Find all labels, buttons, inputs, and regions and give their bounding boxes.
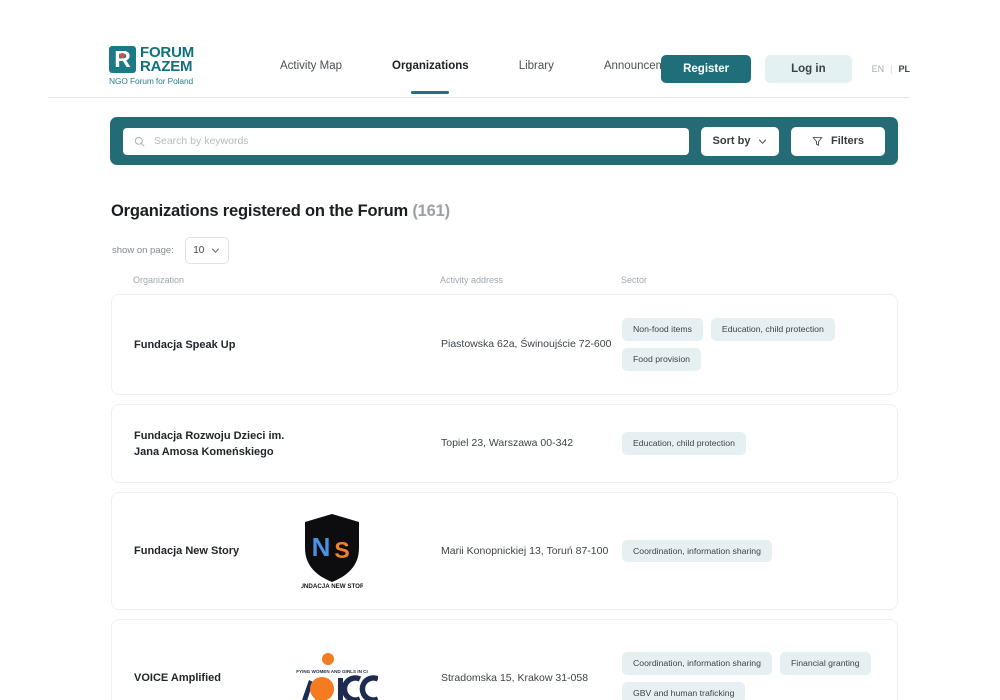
nav-item-library[interactable]: Library [519,60,554,94]
sector-tags: Coordination, information sharing Financ… [622,651,892,700]
activity-address: Piastowska 62a, Świnoujście 72-600 [441,338,612,350]
sector-tag: Financial granting [779,651,871,675]
site-header: R FORUM RAZEM NGO Forum for Poland Activ… [48,40,910,98]
logo-letter-r: R [114,46,131,72]
language-separator: | [890,64,893,74]
table-row[interactable]: VOICE Amplified FYING WOMEN AND GIRLS IN… [111,619,898,700]
nav-item-organizations[interactable]: Organizations [392,60,469,94]
search-input[interactable] [154,135,678,147]
logo-wordmark: FORUM RAZEM [140,45,194,75]
column-header-activity-address: Activity address [440,275,504,285]
sector-tag: Education, child protection [622,432,746,455]
filter-funnel-icon [812,136,823,146]
organization-logo: FYING WOMEN AND GIRLS IN CI [277,652,387,700]
chevron-down-icon [212,248,220,253]
sector-tag: Coordination, information sharing [622,539,772,563]
logo-pin-mark-icon: R [109,46,136,73]
logo-top: R FORUM RAZEM [109,45,229,75]
page-title-text: Organizations registered on the Forum [111,202,408,220]
auth-actions: Register Log in EN | PL [661,55,910,83]
organization-name: Fundacja Speak Up [134,338,236,351]
voice-amplified-icon: FYING WOMEN AND GIRLS IN CI [296,653,378,700]
column-header-sector: Sector [621,275,648,285]
organizations-count: (161) [412,202,450,220]
chevron-down-icon [759,139,767,144]
register-button[interactable]: Register [661,55,752,83]
page-root: R FORUM RAZEM NGO Forum for Poland Activ… [0,0,1000,700]
filters-button[interactable]: Filters [791,126,885,156]
logo-red-dot-icon [120,53,125,58]
login-button[interactable]: Log in [765,55,852,83]
sector-tags: Coordination, information sharing [622,539,892,563]
activity-address: Marii Konopnickiej 13, Toruń 87-100 [441,544,609,557]
search-field-wrapper[interactable] [123,127,689,155]
site-logo[interactable]: R FORUM RAZEM NGO Forum for Poland [109,45,229,86]
organizations-list: Fundacja Speak Up Piastowska 62a, Świnou… [111,294,898,700]
organization-name: VOICE Amplified [134,672,221,684]
filters-label: Filters [830,135,864,147]
sector-tag: Education, child protection [710,318,835,341]
organization-name: Fundacja Rozwoju Dzieci im. Jana Amosa K… [134,429,285,458]
table-row[interactable]: Fundacja Speak Up Piastowska 62a, Świnou… [111,294,898,395]
svg-text:S: S [334,537,349,563]
sort-by-button[interactable]: Sort by [701,126,779,156]
nav-item-activity-map[interactable]: Activity Map [280,60,342,94]
organization-logo: N S FUNDACJA NEW STORY [277,512,387,590]
logo-word-razem: RAZEM [140,57,193,75]
activity-address: Topiel 23, Warszawa 00-342 [441,437,574,449]
per-page-control: show on page: 10 [112,237,229,264]
svg-text:N: N [312,532,331,562]
activity-address: Stradomska 15, Krakow 31-058 [441,671,589,684]
per-page-label: show on page: [112,245,174,256]
sector-tag: Non-food items [622,318,703,341]
page-title: Organizations registered on the Forum (1… [111,202,450,221]
per-page-value: 10 [193,245,205,256]
sector-tag: Coordination, information sharing [622,651,772,675]
column-header-organization: Organization [133,275,185,285]
search-icon [134,136,145,146]
logo-caption: FYING WOMEN AND GIRLS IN CI [296,669,368,674]
language-switcher: EN | PL [872,64,910,74]
new-story-shield-icon: N S FUNDACJA NEW STORY [301,514,363,590]
organization-name: Fundacja New Story [134,545,240,557]
sort-by-label: Sort by [712,135,751,147]
sector-tag: Food provision [622,348,701,371]
logo-tagline: NGO Forum for Poland [109,76,194,86]
sector-tag: GBV and human traficking [622,681,746,700]
table-row[interactable]: Fundacja Rozwoju Dzieci im. Jana Amosa K… [111,404,898,483]
search-toolbar: Sort by Filters [110,117,898,165]
table-row[interactable]: Fundacja New Story N S FUNDACJA NEW STOR… [111,492,898,610]
sector-tags: Education, child protection [622,432,892,455]
language-option-pl[interactable]: PL [898,64,910,74]
per-page-select[interactable]: 10 [184,237,229,264]
language-option-en[interactable]: EN [872,64,885,74]
logo-caption: FUNDACJA NEW STORY [301,583,363,590]
sector-tags: Non-food items Education, child protecti… [622,318,892,371]
main-navigation: Activity Map Organizations Library Annou… [280,60,687,94]
